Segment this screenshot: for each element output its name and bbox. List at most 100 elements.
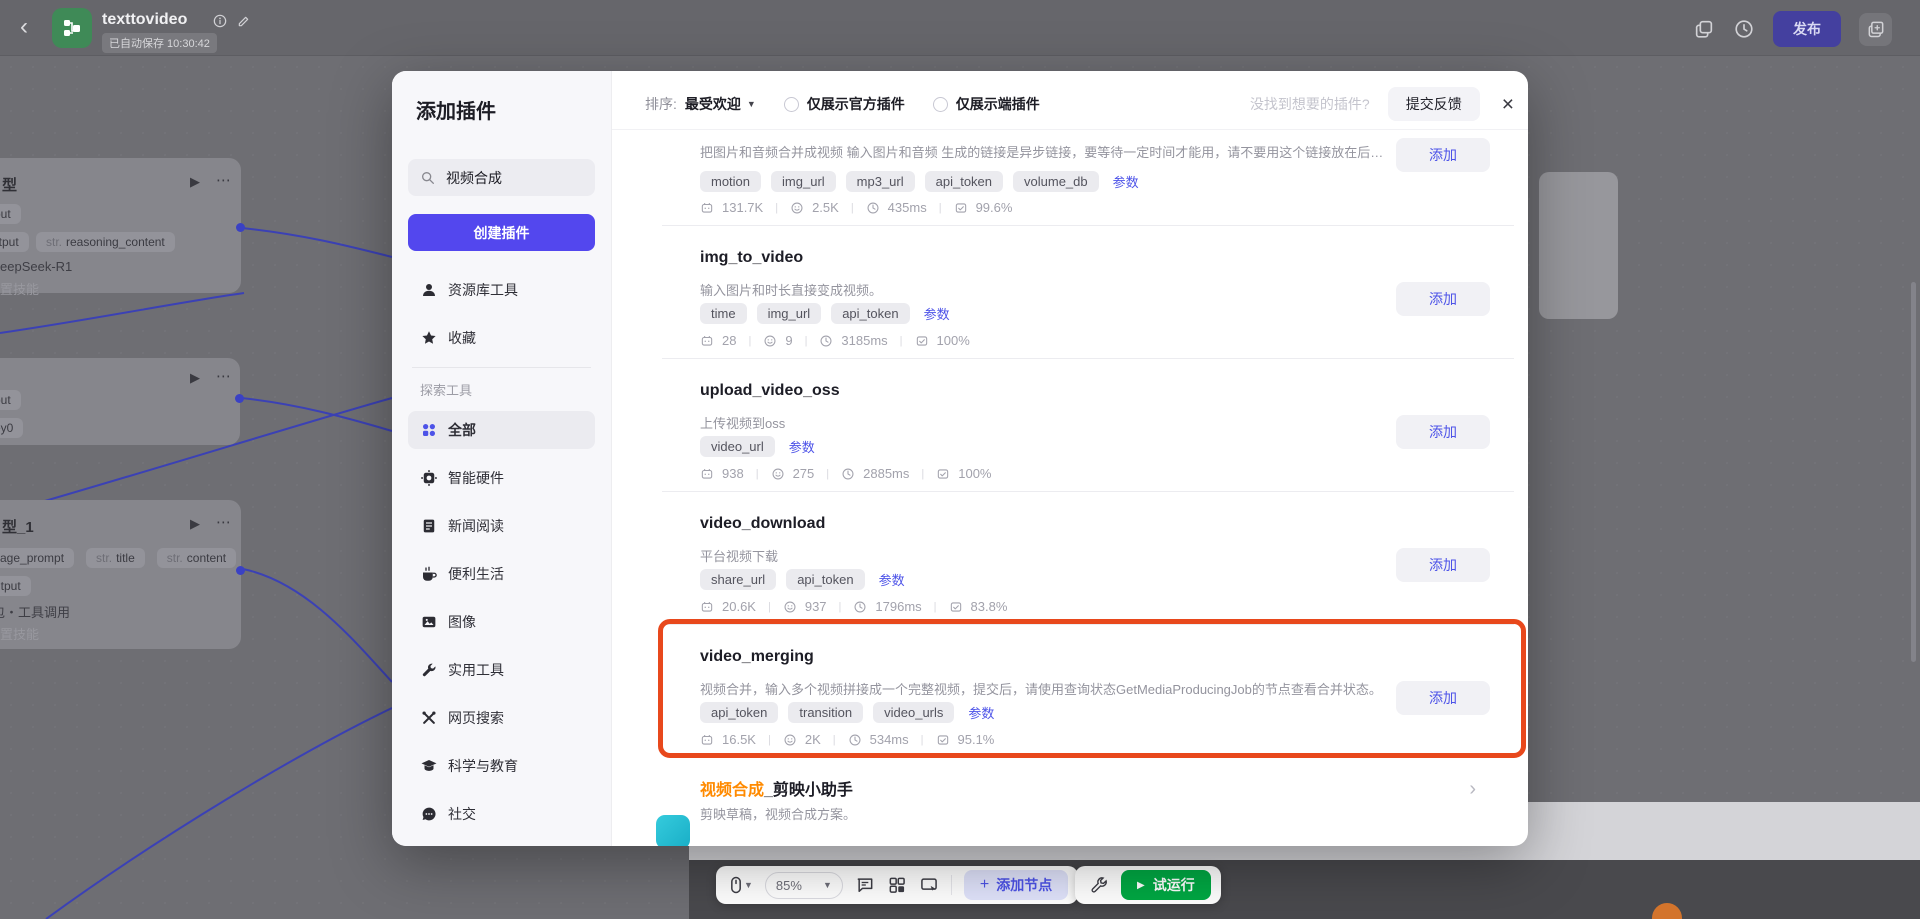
add-button[interactable]: 添加 [1396,282,1490,316]
social-icon [420,805,438,823]
add-button[interactable]: 添加 [1396,138,1490,172]
category-web-search[interactable]: 网页搜索 [408,699,595,737]
pointer-mode-button[interactable]: ▼ [726,875,753,895]
success-rate-icon [936,733,950,747]
wrench-icon [420,661,438,679]
node-skill-label: 置技能 [0,624,39,643]
info-icon[interactable] [212,13,228,29]
test-run-button[interactable]: ▶ 试运行 [1121,870,1211,900]
grid-icon [420,421,438,439]
tool-name: img_to_video [700,249,1514,270]
category-daily-life[interactable]: 便利生活 [408,555,595,593]
comment-icon[interactable] [855,875,875,895]
node-run-icon[interactable]: ▶ [190,370,200,386]
add-button[interactable]: 添加 [1396,548,1490,582]
zoom-select[interactable]: 85%▼ [765,872,843,899]
node-tag: ey0 [0,418,23,438]
category-image[interactable]: 图像 [408,603,595,641]
output-port [236,223,245,232]
add-node-button[interactable]: + 添加节点 [964,870,1068,900]
tool-stats: 938| 275| 2885ms| 100% [700,466,1514,481]
tool-row: upload_video_oss 上传视频到oss video_url 参数 9… [700,359,1514,481]
plus-icon: + [980,876,989,894]
params-link[interactable]: 参数 [789,437,815,456]
sort-dropdown[interactable]: 最受欢迎 [685,94,741,114]
publish-button[interactable]: 发布 [1773,11,1841,47]
search-input[interactable] [444,169,574,187]
tool-desc: 把图片和音频合并成视频 输入图片和音频 生成的链接是异步链接，要等待一定时间才能… [700,130,1514,159]
params-link[interactable]: 参数 [1113,172,1139,191]
latency-icon [841,467,855,481]
run-toolbar: ▶ 试运行 [1075,866,1221,904]
tool-stats: 28| 9| 3185ms| 100% [700,333,1514,348]
params-link[interactable]: 参数 [968,703,994,722]
chevron-down-icon: ▼ [744,880,753,890]
likes-icon [783,733,797,747]
node-tag: str.reasoning_content [36,232,175,252]
tool-row: img_to_video 输入图片和时长直接变成视频。 time img_url… [700,226,1514,348]
modal-sidebar: 添加插件 创建插件 资源库工具 收藏 探索工具 全部 [392,71,612,846]
modal-main: 排序: 最受欢迎 ▼ 仅展示官方插件 仅展示端插件 没找到想要的插件? 提交反馈… [612,71,1528,846]
close-icon[interactable]: × [1502,94,1514,115]
latency-icon [866,201,880,215]
node-tool-label: 包・工具调用 [0,602,70,621]
back-button[interactable]: ‹ [20,14,28,40]
params-link[interactable]: 参数 [879,570,905,589]
tool-tag: share_url [700,569,776,590]
tool-desc: 输入图片和时长直接变成视频。 [700,280,1514,297]
canvas-node-output[interactable]: ▶ ⋯ put ey0 [0,358,240,445]
canvas-scrollbar[interactable] [1911,282,1916,662]
radio-official-only[interactable]: 仅展示官方插件 [784,94,905,114]
preview-icon[interactable] [919,875,939,895]
node-title: 型 [2,174,17,195]
category-news-reading[interactable]: 新闻阅读 [408,507,595,545]
duplicate-icon[interactable] [1693,18,1715,40]
layout-icon[interactable] [887,875,907,895]
category-smart-hardware[interactable]: 智能硬件 [408,459,595,497]
category-science-education[interactable]: 科学与教育 [408,747,595,785]
panel-icon[interactable] [1859,13,1892,46]
sidebar-item-library-tools[interactable]: 资源库工具 [408,271,595,309]
tool-name: video_download [700,515,1514,536]
tool-tags: video_url 参数 [700,436,1514,457]
node-more-icon[interactable]: ⋯ [216,171,232,189]
submit-feedback-button[interactable]: 提交反馈 [1388,87,1480,121]
tool-tag: api_token [925,171,1003,192]
star-icon [420,329,438,347]
person-icon [420,281,438,299]
chevron-down-icon: ▼ [823,880,832,890]
category-social[interactable]: 社交 [408,795,595,833]
history-icon[interactable] [1733,18,1755,40]
search-match-highlight: 视频合成 [700,782,764,799]
chevron-right-icon[interactable]: › [1469,778,1476,801]
add-button[interactable]: 添加 [1396,681,1490,715]
output-port [236,566,245,575]
node-skill-label: 置技能 [0,279,39,298]
tool-tags: share_url api_token 参数 [700,569,1514,590]
params-link[interactable]: 参数 [924,304,950,323]
node-run-icon[interactable]: ▶ [190,174,200,190]
category-all[interactable]: 全部 [408,411,595,449]
canvas-node-llm-1[interactable]: 型_1 ▶ ⋯ mage_prompt str.title str.conten… [0,500,241,649]
create-plugin-button[interactable]: 创建插件 [408,214,595,251]
category-utilities[interactable]: 实用工具 [408,651,595,689]
edit-icon[interactable] [236,13,252,29]
tool-tags: api_token transition video_urls 参数 [700,702,1514,723]
node-run-icon[interactable]: ▶ [190,516,200,532]
chip-icon [420,469,438,487]
canvas-node-llm[interactable]: 型 ▶ ⋯ put utput str.reasoning_content ee… [0,158,241,293]
node-tag: str.content [157,548,236,568]
plugin-group-row[interactable]: 视频合成_剪映小助手 剪映草稿，视频合成方案。 › [700,776,1514,823]
node-more-icon[interactable]: ⋯ [216,367,232,385]
output-port [235,394,244,403]
wrench-icon[interactable] [1085,875,1113,895]
node-more-icon[interactable]: ⋯ [216,513,232,531]
node-tag: utput [0,576,31,596]
radio-device-only[interactable]: 仅展示端插件 [933,94,1040,114]
feedback-hint: 没找到想要的插件? [1250,94,1370,114]
top-header: ‹ texttovideo 已自动保存 10:30:42 发布 [0,0,1920,56]
plugin-search[interactable] [408,159,595,196]
tool-tag: time [700,303,747,324]
sidebar-item-favorites[interactable]: 收藏 [408,319,595,357]
add-button[interactable]: 添加 [1396,415,1490,449]
